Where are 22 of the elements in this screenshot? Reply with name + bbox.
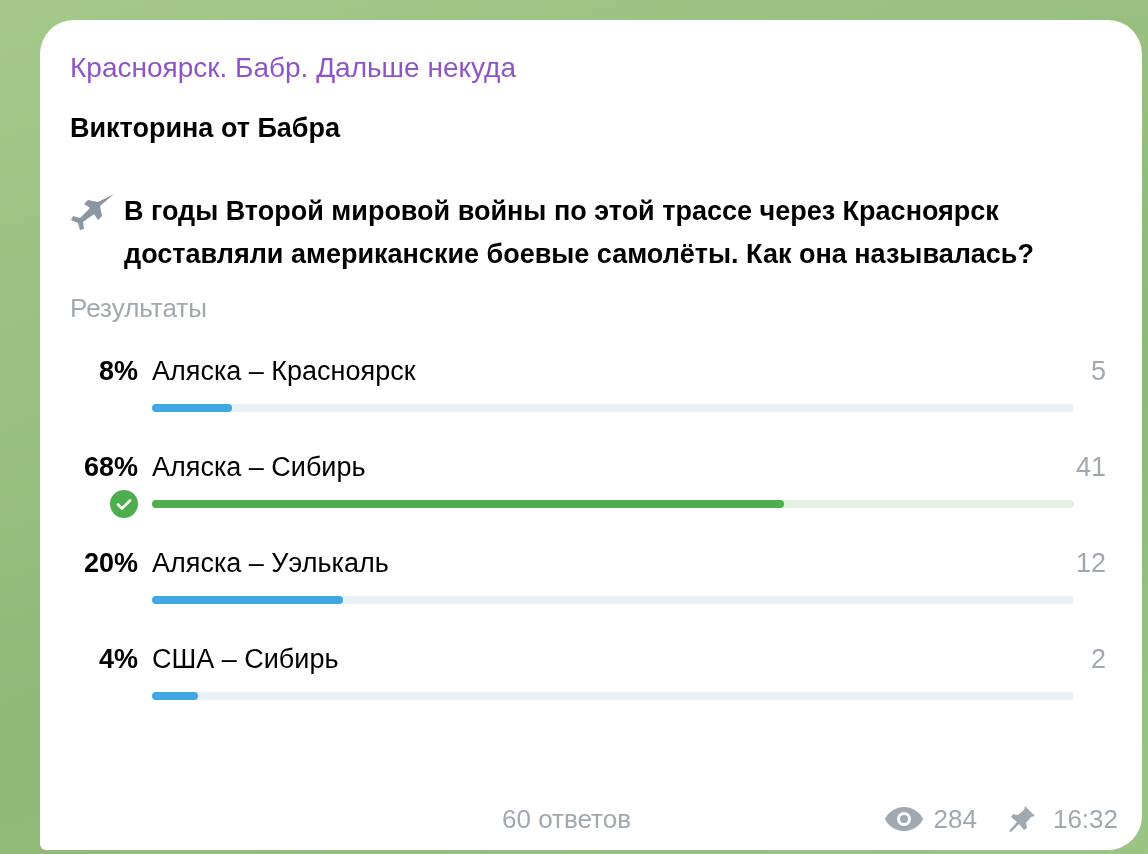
eye-icon — [883, 806, 924, 832]
time-text: 16:32 — [1052, 803, 1118, 835]
channel-title[interactable]: Красноярск. Бабр. Дальше некуда — [70, 48, 1112, 88]
percent-text: 20% — [83, 547, 138, 579]
option-label: Аляска – Сибирь — [152, 451, 367, 483]
post-heading: Викторина от Бабра — [70, 112, 342, 145]
percent-text: 8% — [98, 355, 138, 387]
percent-text: 4% — [98, 643, 138, 675]
view-count: 284 — [933, 803, 977, 835]
vote-count: 12 — [1075, 547, 1107, 579]
pin-icon — [1006, 804, 1037, 834]
results-label: Результаты — [70, 292, 208, 325]
option-label: Аляска – Уэлькаль — [152, 547, 390, 579]
option-label: Аляска – Красноярск — [152, 355, 417, 387]
vote-count: 2 — [1090, 643, 1107, 675]
question-text: В годы Второй мировой войны по этой трассе через Красноярск доставляли американские боевые самолёты. Как она называлась? — [124, 195, 1035, 271]
option-label: США – Сибирь — [152, 643, 340, 675]
vote-count: 5 — [1090, 355, 1107, 387]
percent-text: 68% — [83, 451, 138, 483]
check-icon — [110, 490, 138, 518]
answer-count: 60 ответов — [502, 803, 631, 835]
vote-count: 41 — [1075, 451, 1107, 483]
